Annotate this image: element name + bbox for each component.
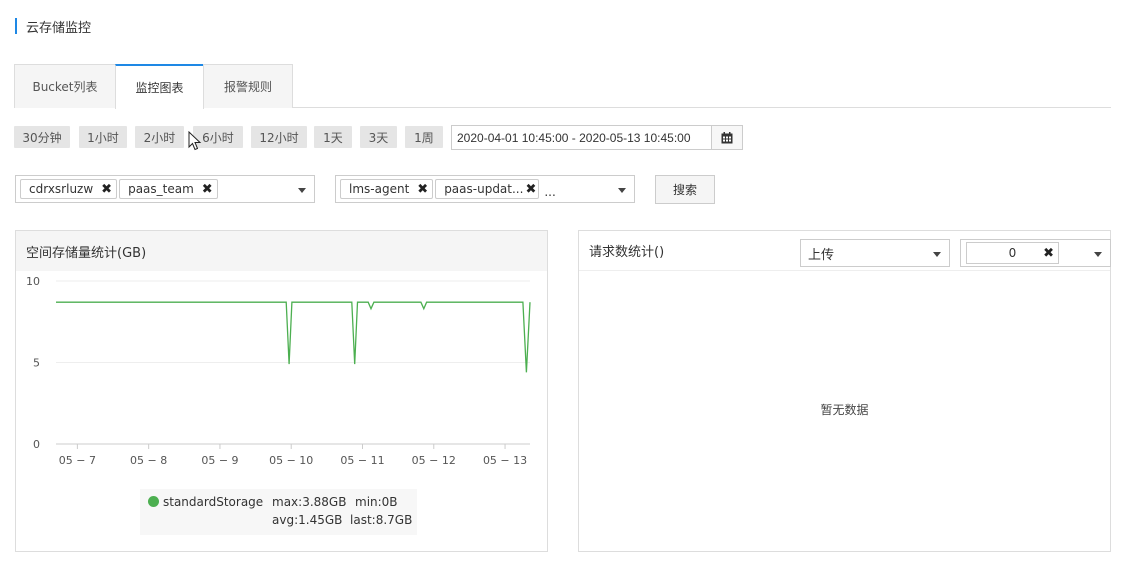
value-chip-label: 0 — [1008, 246, 1017, 260]
bucket-multi-select[interactable]: cdrxsrluzw ✖ paas_team ✖ — [15, 175, 315, 203]
tab-bar: Bucket列表 监控图表 报警规则 — [14, 64, 1111, 109]
agent-multi-select[interactable]: lms-agent ✖ paas-updat... ✖ ... — [335, 175, 635, 203]
chevron-down-icon — [1094, 252, 1102, 257]
request-type-value: 上传 — [808, 247, 835, 263]
x-tick-label: 05 − 10 — [269, 454, 313, 467]
date-range-input[interactable]: 2020-04-01 10:45:00 - 2020-05-13 10:45:0… — [451, 125, 712, 150]
agent-chip-label: paas-updat... — [444, 182, 524, 196]
y-tick-label: 0 — [33, 438, 40, 451]
calendar-button[interactable] — [711, 125, 743, 150]
storage-line-chart: 0 5 10 05 − 7 05 − 8 05 − 9 05 − 10 05 − 11 05 −… — [26, 275, 531, 467]
chevron-down-icon[interactable] — [298, 188, 306, 193]
search-button[interactable]: 搜索 — [655, 175, 715, 204]
x-tick-label: 05 − 12 — [412, 454, 456, 467]
bucket-chip: paas_team ✖ — [119, 179, 218, 199]
y-tick-label: 5 — [33, 357, 40, 370]
page-header: 云存储监控 — [15, 17, 92, 36]
series-line-standardstorage — [56, 301, 531, 373]
range-1day-button[interactable]: 1天 — [314, 126, 352, 148]
bucket-chip: cdrxsrluzw ✖ — [20, 179, 118, 199]
x-tick-label: 05 − 7 — [59, 454, 96, 467]
more-agents-indicator: ... — [544, 185, 556, 199]
storage-panel-title: 空间存储量统计(GB) — [16, 231, 547, 271]
range-1hour-button[interactable]: 1小时 — [79, 126, 127, 148]
value-chip: 0 ✖ — [966, 242, 1059, 264]
bucket-chip-label: cdrxsrluzw — [29, 182, 94, 196]
empty-state-text: 暂无数据 — [820, 403, 869, 417]
legend-series-name: standardStorage — [163, 495, 264, 509]
range-1week-button[interactable]: 1周 — [405, 126, 443, 148]
remove-chip-icon[interactable]: ✖ — [101, 182, 112, 197]
storage-chart-panel: 空间存储量统计(GB) 0 5 10 05 − 7 05 − 8 05 − 9 05 − 1… — [15, 230, 548, 552]
x-tick-label: 05 − 8 — [130, 454, 167, 467]
x-tick-label: 05 − 13 — [483, 454, 527, 467]
agent-chip: paas-updat... ✖ — [435, 179, 540, 199]
remove-chip-icon[interactable]: ✖ — [525, 182, 536, 197]
remove-chip-icon[interactable]: ✖ — [1043, 246, 1054, 261]
legend-min: min:0B — [355, 495, 398, 509]
tab-alarm-rules[interactable]: 报警规则 — [203, 64, 293, 108]
calendar-icon — [721, 131, 733, 143]
series-color-dot — [148, 496, 159, 507]
agent-chip-label: lms-agent — [349, 182, 410, 196]
title-accent-bar — [15, 18, 17, 34]
legend-max: max:3.88GB — [272, 495, 347, 509]
range-12hour-button[interactable]: 12小时 — [251, 126, 307, 148]
range-30min-button[interactable]: 30分钟 — [14, 126, 70, 148]
legend-last: last:8.7GB — [350, 513, 413, 527]
page-title: 云存储监控 — [26, 20, 92, 36]
tab-bucket-list[interactable]: Bucket列表 — [14, 64, 116, 108]
bucket-chip-label: paas_team — [128, 182, 194, 196]
chevron-down-icon — [933, 252, 941, 257]
agent-chip: lms-agent ✖ — [340, 179, 434, 199]
legend-avg: avg:1.45GB — [272, 513, 343, 527]
request-value-select[interactable]: 0 ✖ — [960, 239, 1111, 267]
x-tick-label: 05 − 11 — [340, 454, 384, 467]
range-2hour-button[interactable]: 2小时 — [135, 126, 184, 148]
y-tick-label: 10 — [26, 275, 40, 288]
range-3day-button[interactable]: 3天 — [360, 126, 397, 148]
x-tick-label: 05 − 9 — [201, 454, 238, 467]
chart-legend[interactable]: standardStorage max:3.88GB min:0B avg:1.… — [140, 489, 417, 535]
remove-chip-icon[interactable]: ✖ — [417, 182, 428, 197]
mouse-cursor-icon — [188, 131, 202, 151]
request-type-select[interactable]: 上传 — [800, 239, 950, 267]
request-chart-panel: 请求数统计() 上传 0 ✖ 暂无数据 — [578, 230, 1111, 552]
tab-monitor-chart[interactable]: 监控图表 — [115, 64, 204, 109]
remove-chip-icon[interactable]: ✖ — [202, 182, 213, 197]
chevron-down-icon[interactable] — [618, 188, 626, 193]
